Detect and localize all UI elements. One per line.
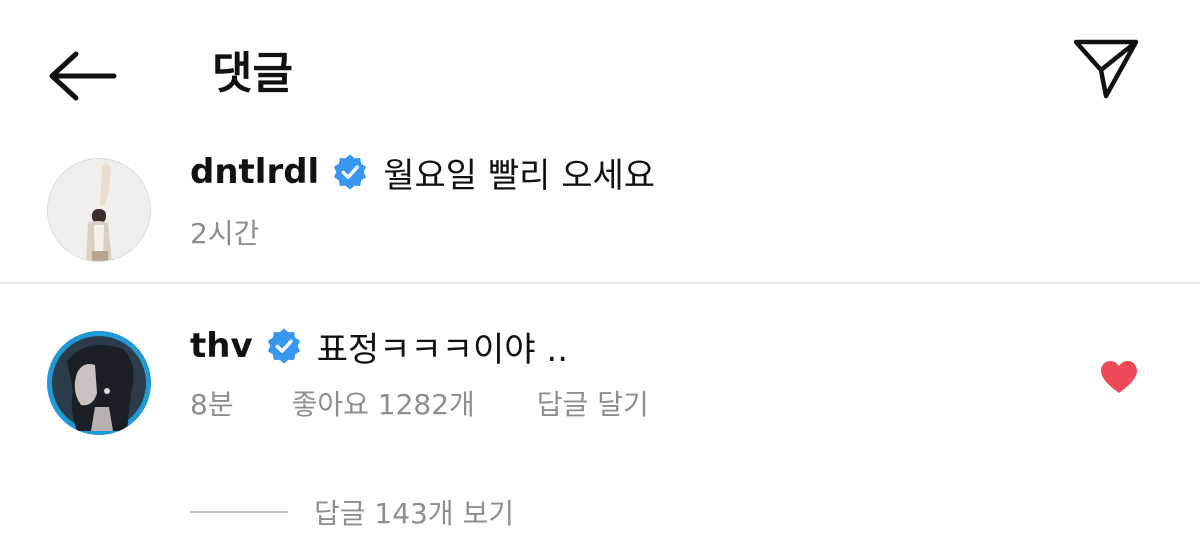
avatar-image <box>48 159 150 261</box>
paper-plane-icon <box>1073 39 1139 99</box>
comment-username[interactable]: thv <box>190 326 253 366</box>
avatar[interactable] <box>47 158 151 262</box>
reply-button[interactable]: 답글 달기 <box>537 383 649 423</box>
comment-text: 월요일 빨리 오세요 <box>383 155 656 196</box>
verified-badge-icon <box>334 154 367 190</box>
verified-badge-icon <box>267 328 300 364</box>
header: 댓글 <box>0 0 1200 140</box>
comment-item: dntlrdl 월요일 빨리 오세요 2시간 <box>0 140 1200 282</box>
share-button[interactable] <box>1068 36 1144 104</box>
like-button[interactable] <box>1100 360 1138 394</box>
avatar[interactable] <box>47 331 151 435</box>
reply-thread-line <box>190 511 288 513</box>
comment-username[interactable]: dntlrdl <box>190 152 319 192</box>
comment-time: 2시간 <box>190 217 260 250</box>
comment-text: 표정ㅋㅋㅋ이야 .. <box>316 329 569 370</box>
page-title: 댓글 <box>212 48 293 99</box>
heart-filled-icon <box>1101 361 1137 393</box>
view-replies-label: 답글 143개 보기 <box>314 497 515 530</box>
comment-time: 8분 <box>190 388 234 421</box>
comment-header: thv 표정ㅋㅋㅋ이야 .. <box>190 318 568 374</box>
arrow-left-icon <box>49 51 117 101</box>
view-replies-button[interactable]: 답글 143개 보기 <box>190 492 514 532</box>
comment-item: thv 표정ㅋㅋㅋ이야 .. 8분 좋아요 1282개 답글 달기 답글 143… <box>0 284 1200 553</box>
back-button[interactable] <box>44 46 120 106</box>
avatar-image <box>47 331 151 435</box>
comment-header: dntlrdl 월요일 빨리 오세요 <box>190 144 655 200</box>
comment-meta: 2시간 <box>190 212 259 252</box>
comment-meta: 8분 좋아요 1282개 답글 달기 <box>190 383 649 423</box>
likes-count-link[interactable]: 좋아요 1282개 <box>292 383 475 423</box>
